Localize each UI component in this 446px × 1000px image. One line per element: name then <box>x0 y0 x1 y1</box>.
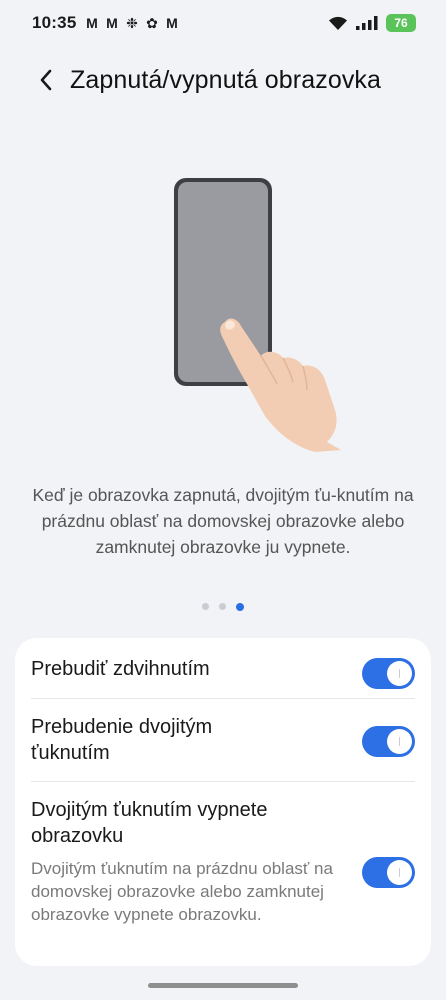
toggle-knob <box>387 860 412 885</box>
chevron-left-icon <box>40 69 52 91</box>
setting-title: Prebudiť zdvihnutím <box>31 658 210 680</box>
gmail-icon: M <box>86 14 98 31</box>
toggle-knob <box>387 661 412 686</box>
setting-subtitle: Dvojitým ťuknutím na prázdnu oblasť na d… <box>31 859 333 924</box>
double-tap-sleep-toggle[interactable] <box>362 857 415 888</box>
header: Zapnutá/vypnutá obrazovka <box>0 56 446 104</box>
back-button[interactable] <box>26 60 66 100</box>
setting-title: Prebudenie dvojitým ťuknutím <box>31 716 213 764</box>
app-icon: ❉ <box>126 14 138 31</box>
setting-row-double-tap-sleep[interactable]: Dvojitým ťuknutím vypnete obrazovku Dvoj… <box>31 797 415 957</box>
notification-icons: M M ❉ ✿ M <box>83 15 180 32</box>
status-right: 76 <box>328 14 416 32</box>
feature-description: Keď je obrazovka zapnutá, dvojitým ťu-kn… <box>32 485 414 557</box>
phone-tap-illustration <box>165 170 355 455</box>
page-dot[interactable] <box>202 603 209 610</box>
divider <box>31 781 415 782</box>
wifi-icon <box>328 16 348 31</box>
home-indicator[interactable] <box>148 983 298 988</box>
gmail-icon: M <box>166 14 178 31</box>
settings-card: Prebudiť zdvihnutím Prebudenie dvojitým … <box>15 638 431 966</box>
toggle-knob <box>387 729 412 754</box>
signal-icon <box>356 16 378 30</box>
battery-indicator: 76 <box>386 14 416 32</box>
fan-icon: ✿ <box>146 14 158 31</box>
status-time: 10:35 <box>32 13 77 32</box>
page-dot[interactable] <box>219 603 226 610</box>
page-dot-active[interactable] <box>236 602 244 611</box>
setting-row-double-tap-wake[interactable]: Prebudenie dvojitým ťuknutím <box>31 714 415 770</box>
page-indicator[interactable] <box>0 602 446 611</box>
status-bar: 10:35 M M ❉ ✿ M 76 <box>0 0 446 46</box>
raise-to-wake-toggle[interactable] <box>362 658 415 689</box>
setting-row-raise-to-wake[interactable]: Prebudiť zdvihnutím <box>31 652 415 696</box>
double-tap-wake-toggle[interactable] <box>362 726 415 757</box>
setting-title: Dvojitým ťuknutím vypnete obrazovku <box>31 799 268 847</box>
gmail-icon: M <box>106 14 118 31</box>
page-title: Zapnutá/vypnutá obrazovka <box>70 65 382 94</box>
divider <box>31 698 415 699</box>
